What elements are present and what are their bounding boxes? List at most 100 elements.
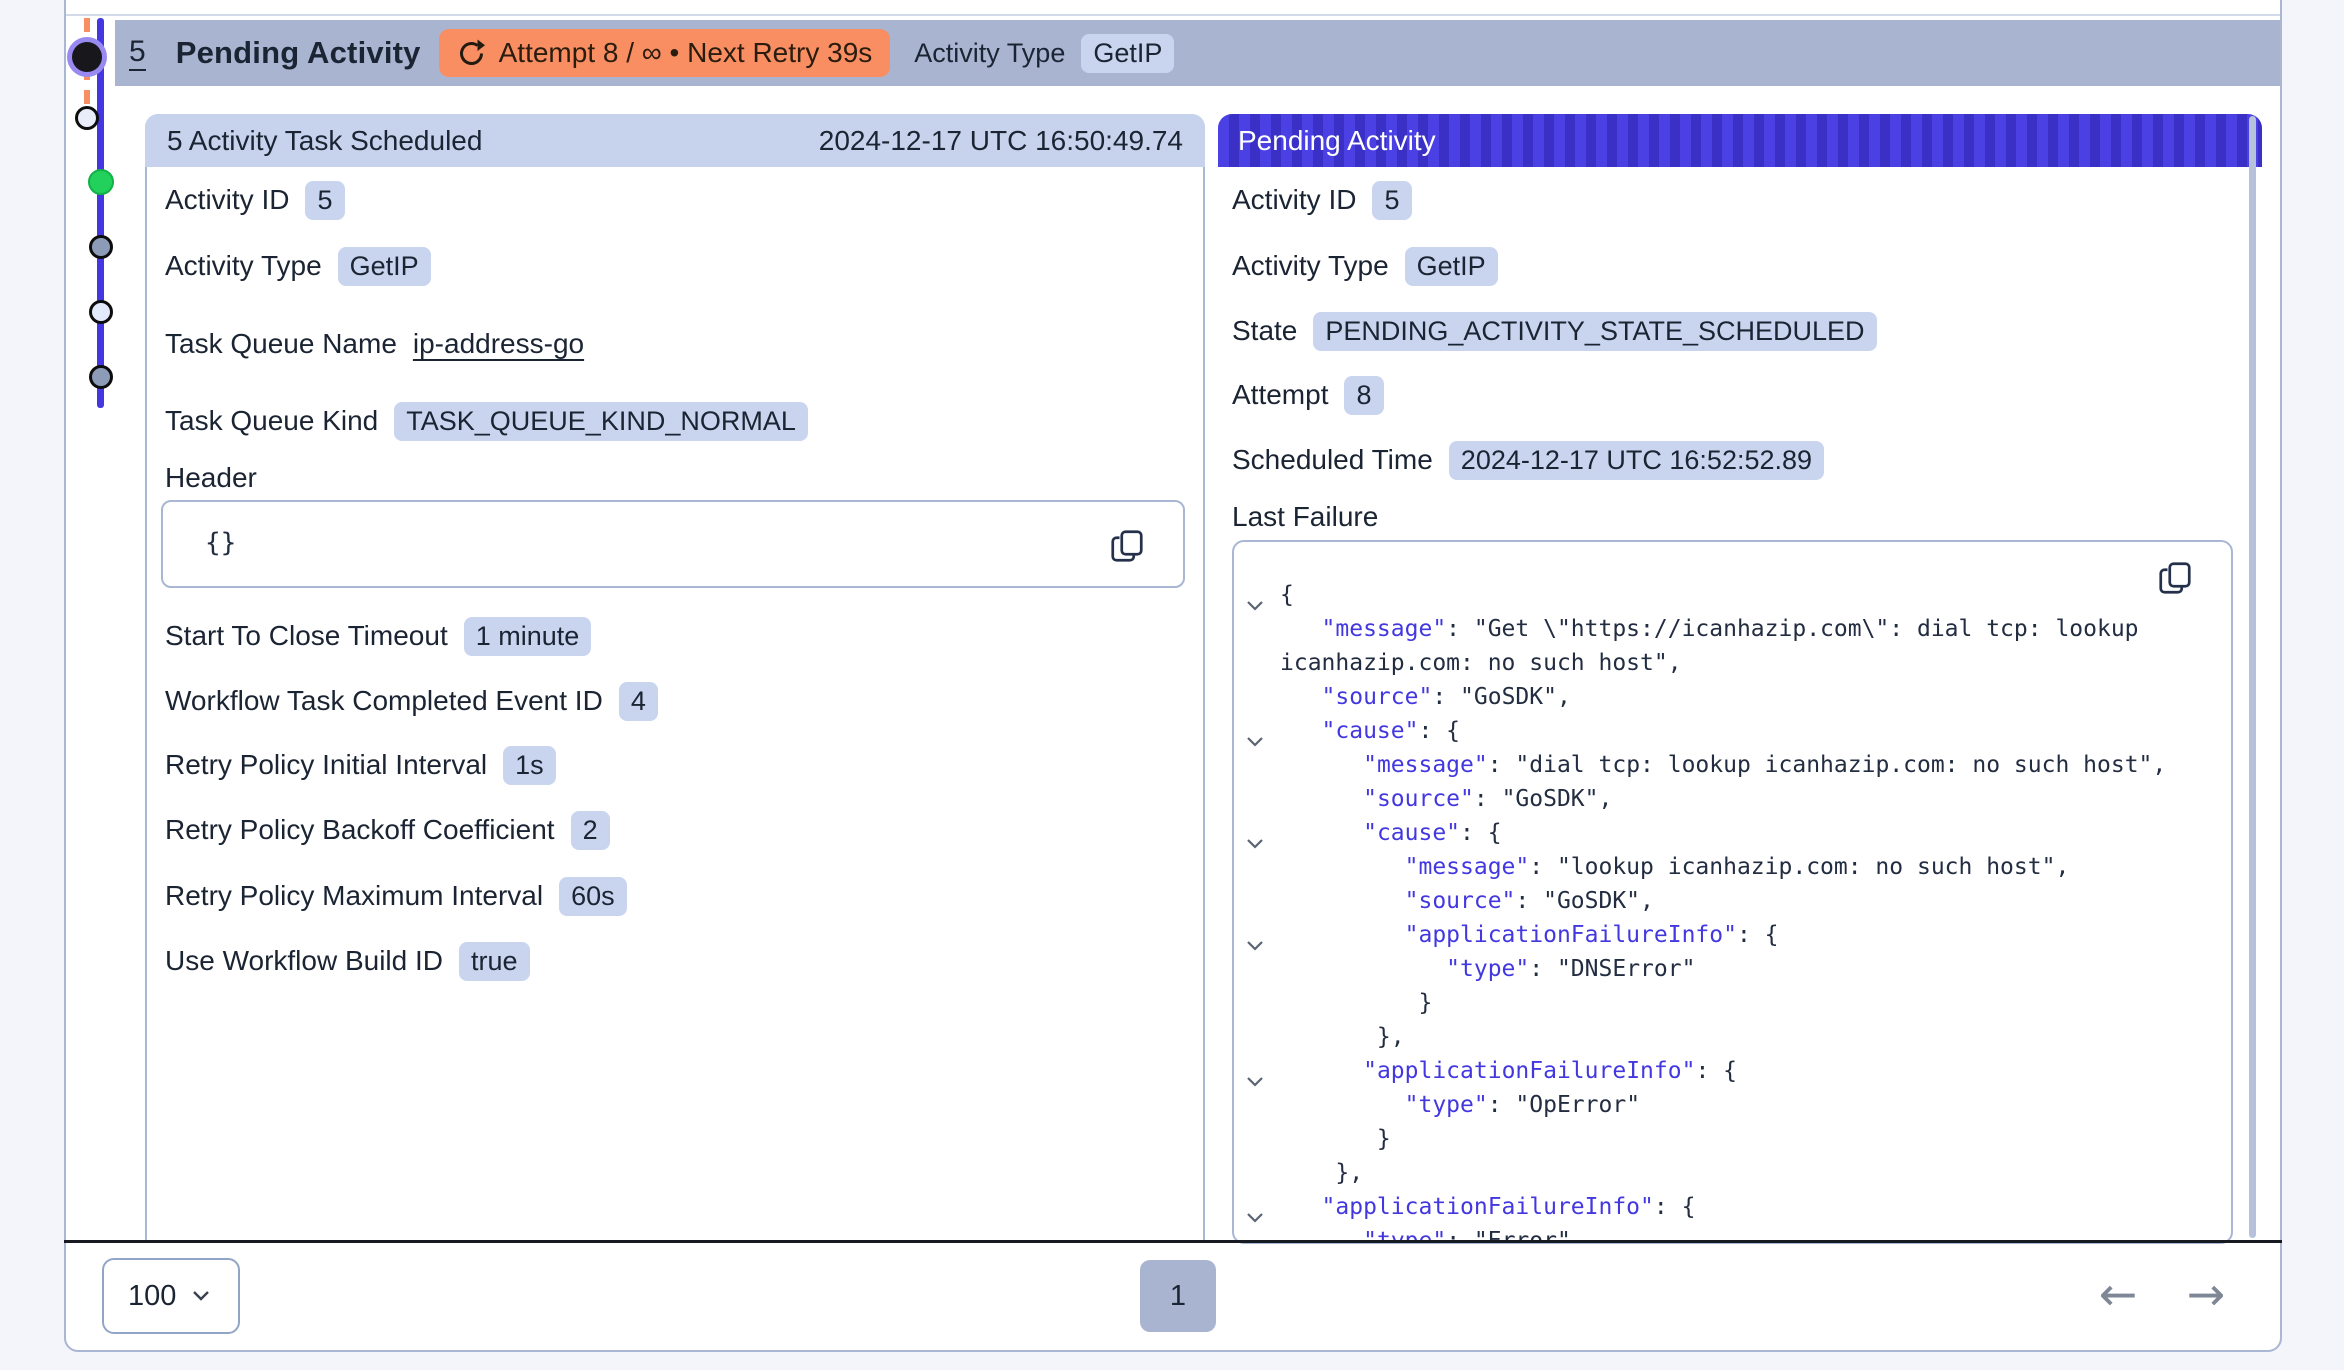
json-key: "applicationFailureInfo" [1363, 1058, 1695, 1084]
json-key: "message" [1363, 752, 1488, 778]
collapse-chevron-icon[interactable] [1246, 826, 1266, 840]
json-line: icanhazip.com: no such host", [1234, 646, 1682, 680]
collapse-chevron-icon[interactable] [1246, 1200, 1266, 1214]
json-text: }, [1280, 1160, 1363, 1186]
timeline-event-dot-completed[interactable] [89, 235, 113, 259]
header-payload-value: {} [205, 528, 236, 558]
field-label: Activity Type [165, 250, 322, 282]
field-label: Activity ID [1232, 184, 1356, 216]
timeline-event-dot-active[interactable] [88, 169, 114, 195]
json-line: "message": "lookup icanhazip.com: no suc… [1234, 850, 2069, 884]
field-row: Task Queue Kind TASK_QUEUE_KIND_NORMAL [165, 401, 808, 441]
copy-icon[interactable] [1109, 528, 1145, 564]
json-text: : { [1460, 820, 1502, 846]
field-label: Retry Policy Maximum Interval [165, 880, 543, 912]
json-line: "applicationFailureInfo": { [1234, 1054, 1737, 1088]
field-value-badge: 60s [559, 877, 627, 916]
json-line: "applicationFailureInfo": { [1234, 1190, 1695, 1224]
json-line: } [1234, 986, 1432, 1020]
json-text: : "GoSDK", [1474, 786, 1612, 812]
task-queue-link[interactable]: ip-address-go [413, 328, 584, 360]
json-key: "cause" [1322, 718, 1419, 744]
copy-icon[interactable] [2157, 560, 2193, 596]
field-value-badge: 8 [1344, 376, 1383, 415]
json-text [1280, 786, 1363, 812]
json-text [1280, 1058, 1363, 1084]
collapse-chevron-icon[interactable] [1246, 1064, 1266, 1078]
field-row: Activity Type GetIP [165, 246, 431, 286]
retry-badge: Attempt 8 / ∞ • Next Retry 39s [439, 29, 891, 77]
field-row: Retry Policy Backoff Coefficient2 [165, 810, 610, 850]
field-label: Task Queue Kind [165, 405, 378, 437]
page-number-button[interactable]: 1 [1140, 1260, 1216, 1332]
vertical-scrollbar[interactable] [2249, 116, 2256, 1238]
json-line: "type": "OpError" [1234, 1088, 1640, 1122]
pending-panel-title: Pending Activity [1238, 125, 1436, 157]
timeline-line [97, 18, 104, 408]
field-value-badge: GetIP [1405, 247, 1498, 286]
activity-type-badge: GetIP [1081, 34, 1174, 73]
row-divider [66, 14, 2280, 16]
field-row: Attempt 8 [1232, 375, 1384, 415]
collapse-chevron-icon[interactable] [1246, 588, 1266, 602]
field-row: Activity Type GetIP [1232, 246, 1498, 286]
json-text: : "OpError" [1488, 1092, 1640, 1118]
field-label: Scheduled Time [1232, 444, 1433, 476]
json-key: "applicationFailureInfo" [1405, 922, 1737, 948]
field-value-badge: 2 [571, 811, 610, 850]
json-text [1280, 684, 1322, 710]
current-page: 1 [1170, 1280, 1186, 1313]
last-failure-json-box: { "message": "Get \"https://icanhazip.co… [1232, 540, 2233, 1244]
pending-activity-marker-icon[interactable] [72, 42, 102, 72]
event-id-link[interactable]: 5 [129, 35, 146, 71]
json-text: : { [1695, 1058, 1737, 1084]
collapse-chevron-icon[interactable] [1246, 928, 1266, 942]
json-text: }, [1280, 1024, 1405, 1050]
json-text: icanhazip.com: no such host", [1280, 650, 1682, 676]
json-line: "cause": { [1234, 816, 1502, 850]
refresh-icon [457, 38, 487, 68]
field-row: Activity ID 5 [1232, 180, 1412, 220]
header-payload-box: {} [161, 500, 1185, 588]
json-line: { [1234, 578, 1294, 612]
json-key: "message" [1405, 854, 1530, 880]
field-label: Activity Type [1232, 250, 1389, 282]
field-row: Retry Policy Maximum Interval 60s [165, 876, 627, 916]
field-value-badge: TASK_QUEUE_KIND_NORMAL [394, 402, 808, 441]
field-row: Use Workflow Build IDtrue [165, 941, 530, 981]
json-text: : "DNSError" [1529, 956, 1695, 982]
event-title: Pending Activity [176, 35, 421, 71]
json-text: : "Get \"https://icanhazip.com\": dial t… [1446, 616, 2138, 642]
event-header-bar: 5 Pending Activity Attempt 8 / ∞ • Next … [115, 20, 2280, 86]
header-field-label: Header [165, 462, 257, 494]
field-value-badge: 5 [1372, 181, 1411, 220]
json-text: : { [1737, 922, 1779, 948]
pending-activity-panel-header: Pending Activity [1218, 114, 2262, 167]
json-line: "message": "Get \"https://icanhazip.com\… [1234, 612, 2139, 646]
previous-page-arrow[interactable]: ← [2092, 1268, 2144, 1320]
page-size-dropdown[interactable]: 100 [102, 1258, 240, 1334]
field-value-badge: 2024-12-17 UTC 16:52:52.89 [1449, 441, 1824, 480]
field-label: Workflow Task Completed Event ID [165, 685, 603, 717]
timeline-event-dot-completed-2[interactable] [89, 365, 113, 389]
timeline-event-dot-open[interactable] [75, 106, 99, 130]
json-key: "source" [1363, 786, 1474, 812]
field-label: Attempt [1232, 379, 1328, 411]
json-key: "type" [1446, 956, 1529, 982]
field-value-badge: GetIP [338, 247, 431, 286]
json-text [1280, 888, 1405, 914]
json-line: "source": "GoSDK", [1234, 884, 1654, 918]
json-text: : "dial tcp: lookup icanhazip.com: no su… [1488, 752, 2167, 778]
json-line: }, [1234, 1020, 1405, 1054]
json-text: } [1280, 990, 1432, 1016]
event-timestamp: 2024-12-17 UTC 16:50:49.74 [819, 125, 1183, 157]
json-text: : { [1418, 718, 1460, 744]
json-text: : "lookup icanhazip.com: no such host", [1529, 854, 2069, 880]
collapse-chevron-icon[interactable] [1246, 724, 1266, 738]
field-value-badge: true [459, 942, 530, 981]
field-row: StatePENDING_ACTIVITY_STATE_SCHEDULED [1232, 311, 1877, 351]
timeline-event-dot-open-2[interactable] [89, 300, 113, 324]
field-label: State [1232, 315, 1297, 347]
json-text: : "GoSDK", [1432, 684, 1570, 710]
next-page-arrow[interactable]: → [2180, 1268, 2232, 1320]
